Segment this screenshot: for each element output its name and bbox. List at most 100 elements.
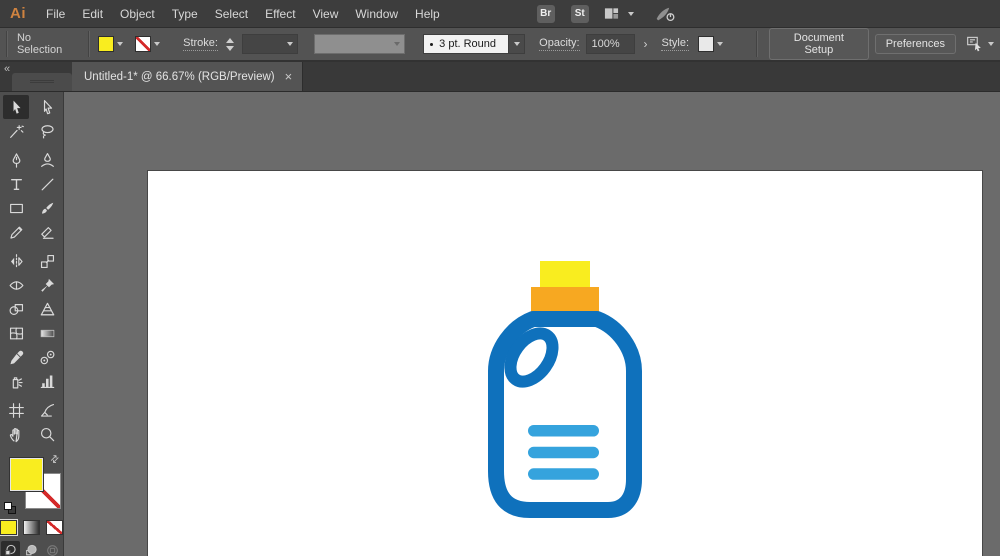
brush-definition-select[interactable]: 3 pt. Round: [423, 34, 510, 54]
detergent-bottle-artwork[interactable]: [460, 255, 690, 535]
document-tab[interactable]: Untitled-1* @ 66.67% (RGB/Preview) ×: [72, 62, 304, 91]
draw-normal-button[interactable]: [1, 541, 20, 556]
document-tab-bar: « Untitled-1* @ 66.67% (RGB/Preview) ×: [0, 62, 1000, 92]
workspace-switcher-icon[interactable]: [603, 6, 620, 21]
paintbrush-tool[interactable]: [34, 196, 60, 220]
menu-object[interactable]: Object: [112, 2, 163, 26]
opacity-value: 100%: [591, 38, 620, 50]
curvature-tool[interactable]: [34, 148, 60, 172]
stepper-down-icon[interactable]: [225, 45, 234, 51]
tools-panel: ⇄: [0, 92, 64, 556]
canvas[interactable]: [64, 92, 1000, 556]
menu-effect[interactable]: Effect: [257, 2, 303, 26]
blend-tool[interactable]: [34, 345, 60, 369]
stroke-weight-select[interactable]: [241, 34, 298, 54]
illustrator-window: Ai File Edit Object Type Select Effect View Win…: [0, 0, 1000, 556]
mesh-tool[interactable]: [3, 321, 29, 345]
opacity-label[interactable]: Opacity:: [539, 37, 580, 51]
selection-tool[interactable]: [3, 95, 29, 119]
chevron-down-icon[interactable]: [717, 42, 723, 46]
perspective-grid-tool[interactable]: [34, 297, 60, 321]
shape-builder-tool[interactable]: [3, 297, 29, 321]
menu-help[interactable]: Help: [407, 2, 448, 26]
menu-bar: Ai File Edit Object Type Select Effect View Win…: [0, 0, 1000, 28]
direct-selection-tool[interactable]: [34, 95, 60, 119]
chevron-down-icon[interactable]: [988, 42, 995, 46]
panel-grip[interactable]: [12, 73, 72, 91]
document-setup-button[interactable]: Document Setup: [768, 28, 869, 60]
rotate-tool[interactable]: [3, 249, 29, 273]
pencil-tool[interactable]: [3, 220, 29, 244]
style-label[interactable]: Style:: [661, 37, 689, 51]
gpu-performance-icon[interactable]: [654, 4, 676, 23]
style-swatch[interactable]: [698, 36, 714, 52]
menubar-app-icons: Br St: [536, 4, 676, 23]
appearance-buttons: [0, 519, 63, 536]
hand-tool[interactable]: [3, 422, 29, 446]
draw-behind-button[interactable]: [22, 541, 41, 556]
document-tab-title: Untitled-1* @ 66.67% (RGB/Preview): [84, 70, 275, 83]
brush-definition-value: 3 pt. Round: [439, 38, 497, 50]
swap-fill-stroke-icon[interactable]: ⇄: [48, 453, 62, 467]
eyedropper-tool[interactable]: [3, 345, 29, 369]
zoom-tool[interactable]: [34, 422, 60, 446]
magic-wand-tool[interactable]: [3, 119, 29, 143]
opacity-input[interactable]: 100%: [585, 34, 636, 54]
artboard-tool[interactable]: [3, 398, 29, 422]
lasso-tool[interactable]: [34, 119, 60, 143]
label-line: [528, 446, 599, 459]
slice-tool[interactable]: [34, 398, 60, 422]
line-segment-tool[interactable]: [34, 172, 60, 196]
none-slash-icon: [47, 521, 62, 534]
close-icon[interactable]: ×: [285, 70, 293, 83]
width-tool[interactable]: [3, 273, 29, 297]
main-area: ⇄: [0, 92, 1000, 556]
control-bar: No Selection Stroke: 3 pt. Round Opacity…: [0, 28, 1000, 62]
none-slash-icon: [136, 37, 151, 51]
stepper-up-icon[interactable]: [225, 37, 234, 43]
brush-definition-dropdown[interactable]: [509, 34, 526, 54]
menu-edit[interactable]: Edit: [74, 2, 111, 26]
variable-width-profile-select: [313, 34, 406, 54]
stroke-label[interactable]: Stroke:: [183, 37, 218, 51]
bottle-cap: [540, 261, 590, 288]
style-picker[interactable]: [695, 34, 726, 54]
default-fill-stroke-icon[interactable]: [4, 502, 16, 514]
chevron-down-icon[interactable]: [627, 11, 634, 16]
stroke-weight-stepper[interactable]: [224, 37, 236, 51]
bottle-band: [531, 287, 599, 312]
none-button[interactable]: [46, 520, 63, 535]
chevron-down-icon[interactable]: [154, 42, 161, 46]
menu-window[interactable]: Window: [347, 2, 406, 26]
stroke-color-picker[interactable]: [132, 34, 163, 54]
select-similar-icon[interactable]: [966, 34, 984, 55]
menu-file[interactable]: File: [38, 2, 73, 26]
menu-type[interactable]: Type: [164, 2, 206, 26]
bridge-icon[interactable]: Br: [536, 4, 555, 23]
separator: [88, 31, 90, 57]
brush-preview-dot-icon: [430, 42, 434, 46]
fill-indicator[interactable]: [9, 457, 44, 492]
type-tool[interactable]: [3, 172, 29, 196]
preferences-button[interactable]: Preferences: [874, 34, 957, 54]
collapse-panel-icon[interactable]: «: [4, 63, 10, 75]
draw-inside-button: [43, 541, 62, 556]
gradient-button[interactable]: [23, 520, 40, 535]
fill-color-picker[interactable]: [95, 34, 126, 54]
stock-icon[interactable]: St: [570, 4, 589, 23]
chevron-down-icon[interactable]: [117, 42, 124, 46]
rectangle-tool[interactable]: [3, 196, 29, 220]
opacity-submenu-arrow-icon[interactable]: ›: [641, 37, 649, 51]
pen-tool[interactable]: [3, 148, 29, 172]
fill-swatch[interactable]: [98, 36, 115, 52]
color-button[interactable]: [0, 519, 18, 536]
menu-select[interactable]: Select: [207, 2, 256, 26]
column-graph-tool[interactable]: [34, 369, 60, 393]
eraser-tool[interactable]: [34, 220, 60, 244]
scale-tool[interactable]: [34, 249, 60, 273]
free-transform-tool[interactable]: [34, 273, 60, 297]
stroke-none-swatch[interactable]: [135, 36, 152, 52]
symbol-sprayer-tool[interactable]: [3, 369, 29, 393]
gradient-tool[interactable]: [34, 321, 60, 345]
menu-view[interactable]: View: [305, 2, 347, 26]
